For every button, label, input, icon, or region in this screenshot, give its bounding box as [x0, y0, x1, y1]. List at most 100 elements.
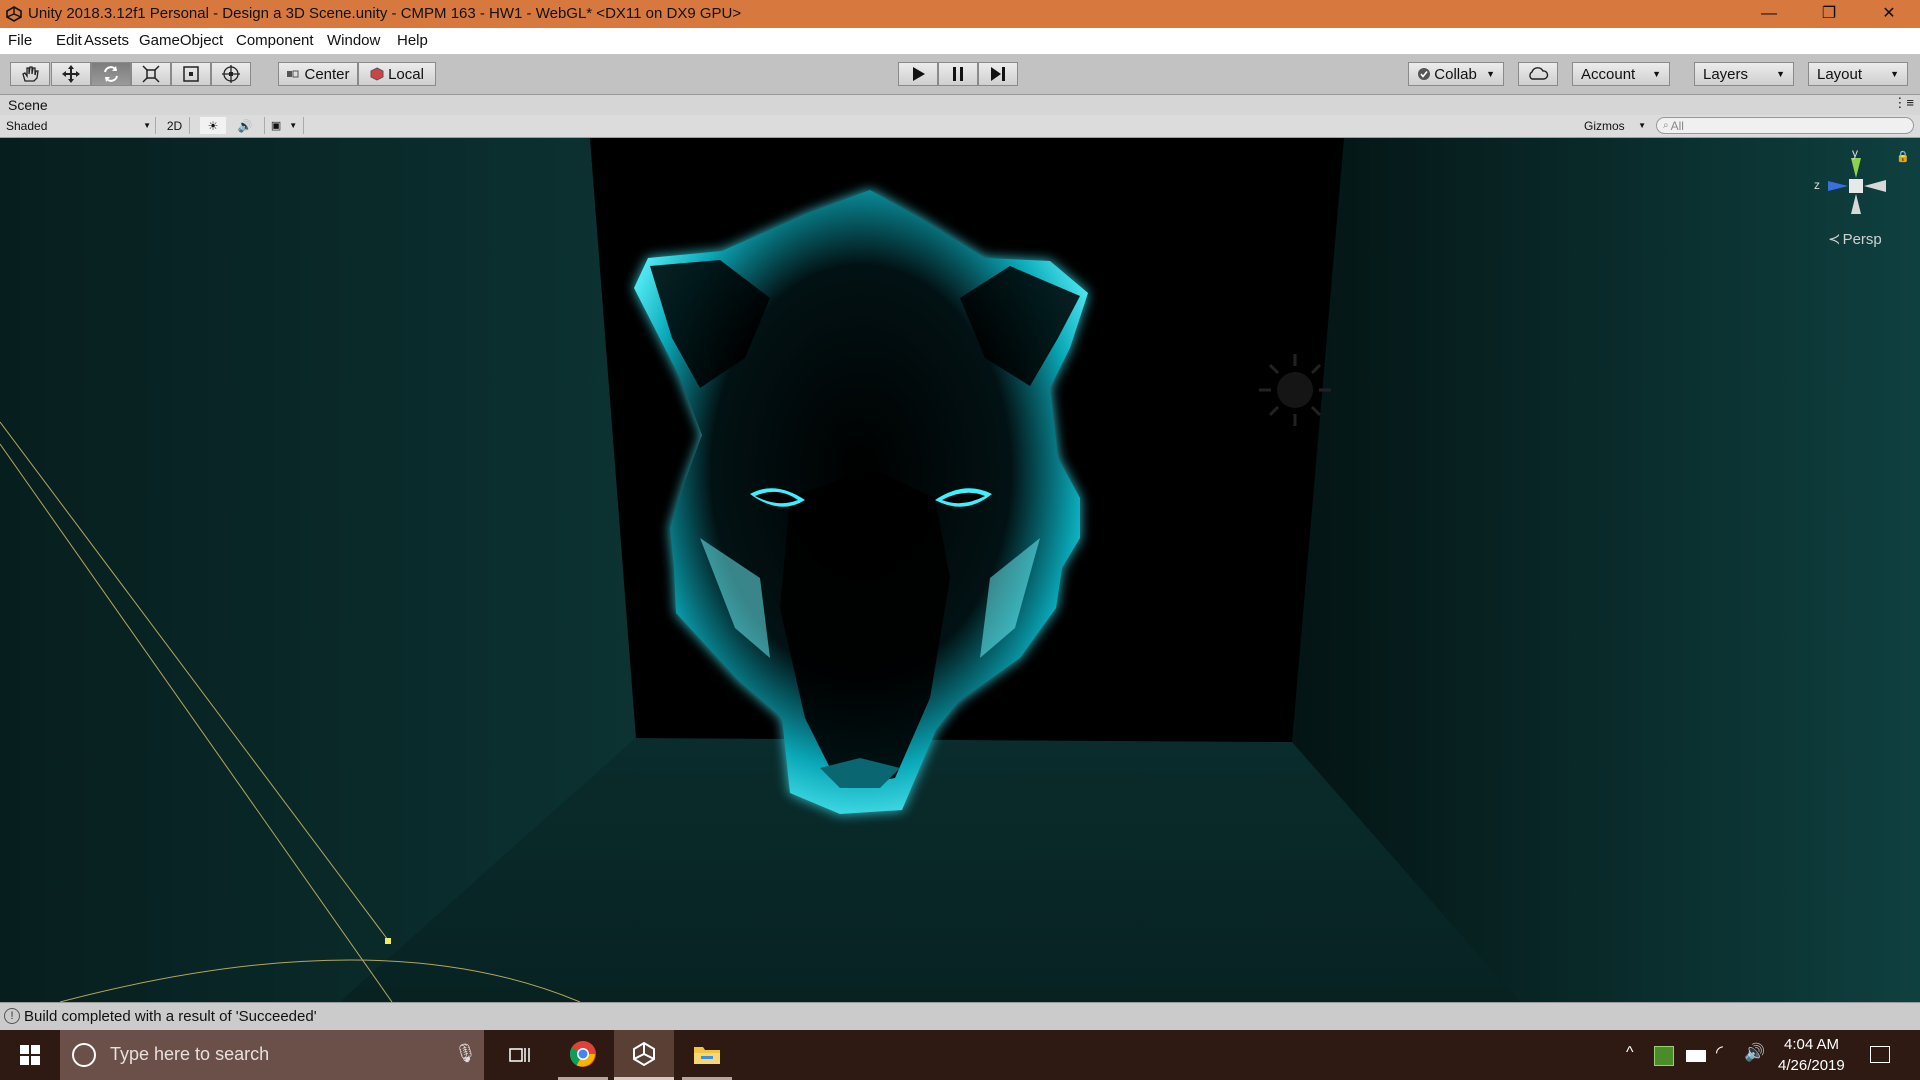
- orientation-gizmo[interactable]: y z ≺ Persp: [1808, 146, 1904, 249]
- clock-time[interactable]: 4:04 AM: [1784, 1036, 1839, 1053]
- axis-y-label: y: [1852, 146, 1858, 160]
- rotate-tool-button[interactable]: [91, 62, 131, 86]
- projection-toggle[interactable]: ≺ Persp: [1828, 230, 1882, 249]
- transform-combo-icon: [222, 65, 240, 83]
- collab-label: Collab: [1434, 65, 1477, 83]
- clock-date[interactable]: 4/26/2019: [1778, 1057, 1845, 1074]
- unity-logo-icon: [6, 6, 22, 22]
- battery-icon[interactable]: [1686, 1050, 1706, 1062]
- menu-help[interactable]: Help: [397, 32, 428, 49]
- step-icon: [991, 67, 1005, 81]
- chevron-down-icon: ▼: [1652, 69, 1661, 79]
- chevron-down-icon: ▼: [1776, 69, 1785, 79]
- lock-icon[interactable]: 🔒: [1896, 150, 1910, 163]
- toggle-2d-button[interactable]: 2D: [160, 117, 190, 134]
- shading-mode-label: Shaded: [6, 118, 48, 133]
- info-icon: !: [4, 1008, 20, 1024]
- gizmo-handle[interactable]: [385, 938, 391, 944]
- folder-icon: [694, 1046, 720, 1064]
- start-button[interactable]: [0, 1030, 60, 1080]
- main-toolbar: Center Local Collab ▼ Account ▼ Layers ▼…: [0, 54, 1920, 95]
- audio-toggle-button[interactable]: 🔊: [232, 117, 258, 134]
- taskbar-chrome[interactable]: [558, 1030, 608, 1080]
- chrome-icon: [569, 1040, 596, 1067]
- cloud-icon: [1529, 67, 1549, 80]
- task-view-button[interactable]: [500, 1030, 540, 1080]
- account-label: Account: [1581, 65, 1636, 83]
- play-button[interactable]: [898, 62, 938, 86]
- layers-dropdown[interactable]: Layers ▼: [1694, 62, 1794, 86]
- unity-app-icon: [633, 1041, 655, 1066]
- cortana-circle-icon: [72, 1043, 96, 1067]
- play-icon: [913, 67, 925, 81]
- menu-component[interactable]: Component: [236, 32, 314, 49]
- account-dropdown[interactable]: Account ▼: [1572, 62, 1670, 86]
- shading-mode-dropdown[interactable]: Shaded ▼: [6, 117, 156, 134]
- chevron-down-icon: ▼: [143, 121, 151, 130]
- scene-render: [0, 138, 1920, 1002]
- minimize-button[interactable]: —: [1740, 0, 1798, 28]
- tab-scene[interactable]: Scene: [8, 97, 48, 113]
- rotate-icon: [104, 66, 118, 82]
- effects-dropdown[interactable]: ▣ ▼: [264, 117, 304, 134]
- hand-icon: [22, 66, 39, 82]
- cloud-button[interactable]: [1518, 62, 1558, 86]
- chevron-down-icon: ▼: [289, 121, 298, 130]
- sun-icon: ☀: [207, 118, 219, 133]
- taskbar-search-input[interactable]: Type here to search 🎙: [60, 1030, 484, 1080]
- taskbar-search-placeholder: Type here to search: [110, 1044, 270, 1064]
- scene-view-toolbar: Shaded ▼ 2D ☀ 🔊 ▣ ▼ Gizmos ▼ ⌕ All: [0, 115, 1920, 138]
- pause-icon: [953, 67, 963, 81]
- layout-label: Layout: [1817, 65, 1863, 83]
- persp-label: Persp: [1842, 230, 1882, 248]
- gizmos-dropdown[interactable]: Gizmos ▼: [1584, 117, 1646, 134]
- volume-icon[interactable]: 🔊: [1744, 1043, 1765, 1063]
- pivot-local-button[interactable]: Local: [358, 62, 436, 86]
- close-button[interactable]: ✕: [1860, 0, 1918, 28]
- chevron-down-icon: ▼: [1638, 121, 1646, 130]
- axis-z-label: z: [1814, 178, 1820, 192]
- windows-taskbar: Type here to search 🎙 ^ ◜ 🔊 4:04 AM 4/26…: [0, 1030, 1920, 1080]
- collab-check-icon: [1418, 68, 1430, 80]
- center-icon: [287, 70, 299, 78]
- menu-edit[interactable]: Edit: [56, 32, 82, 49]
- menu-file[interactable]: File: [8, 32, 32, 49]
- microphone-icon[interactable]: 🎙: [454, 1043, 477, 1064]
- pause-button[interactable]: [938, 62, 978, 86]
- chevron-down-icon: ▼: [1486, 69, 1495, 79]
- nvidia-tray-icon[interactable]: [1654, 1046, 1674, 1066]
- step-button[interactable]: [978, 62, 1018, 86]
- status-bar: ! Build completed with a result of 'Succ…: [0, 1002, 1920, 1031]
- scale-tool-button[interactable]: [131, 62, 171, 86]
- menu-bar: File Edit Assets GameObject Component Wi…: [0, 28, 1920, 54]
- wifi-icon[interactable]: ◜: [1716, 1042, 1723, 1063]
- pivot-center-button[interactable]: Center: [278, 62, 358, 86]
- search-icon: ⌕: [1663, 120, 1669, 131]
- collab-dropdown[interactable]: Collab ▼: [1408, 62, 1504, 86]
- layout-dropdown[interactable]: Layout ▼: [1808, 62, 1908, 86]
- lighting-toggle-button[interactable]: ☀: [200, 117, 226, 134]
- layers-label: Layers: [1703, 65, 1749, 83]
- panel-menu-icon[interactable]: ⋮≡: [1893, 95, 1914, 111]
- transform-tool-button[interactable]: [211, 62, 251, 86]
- menu-window[interactable]: Window: [327, 32, 380, 49]
- task-view-icon: [509, 1048, 530, 1062]
- menu-gameobject[interactable]: GameObject: [139, 32, 223, 49]
- scene-search-input[interactable]: ⌕ All: [1656, 117, 1914, 134]
- restore-button[interactable]: ❐: [1800, 0, 1858, 28]
- show-hidden-icons-chevron-icon[interactable]: ^: [1626, 1044, 1634, 1062]
- rect-transform-icon: [183, 66, 199, 82]
- chevron-left-icon: ≺: [1828, 231, 1841, 248]
- rect-tool-button[interactable]: [171, 62, 211, 86]
- window-title: Unity 2018.3.12f1 Personal - Design a 3D…: [28, 5, 742, 22]
- status-message[interactable]: Build completed with a result of 'Succee…: [24, 1008, 317, 1025]
- move-arrows-icon: [62, 65, 80, 83]
- taskbar-unity[interactable]: [614, 1030, 674, 1080]
- move-tool-button[interactable]: [51, 62, 91, 86]
- hand-tool-button[interactable]: [10, 62, 50, 86]
- image-icon: ▣: [270, 120, 282, 132]
- action-center-icon[interactable]: [1870, 1046, 1890, 1063]
- menu-assets[interactable]: Assets: [84, 32, 129, 49]
- taskbar-file-explorer[interactable]: [682, 1030, 732, 1080]
- scene-viewport[interactable]: y z ≺ Persp 🔒: [0, 138, 1920, 1002]
